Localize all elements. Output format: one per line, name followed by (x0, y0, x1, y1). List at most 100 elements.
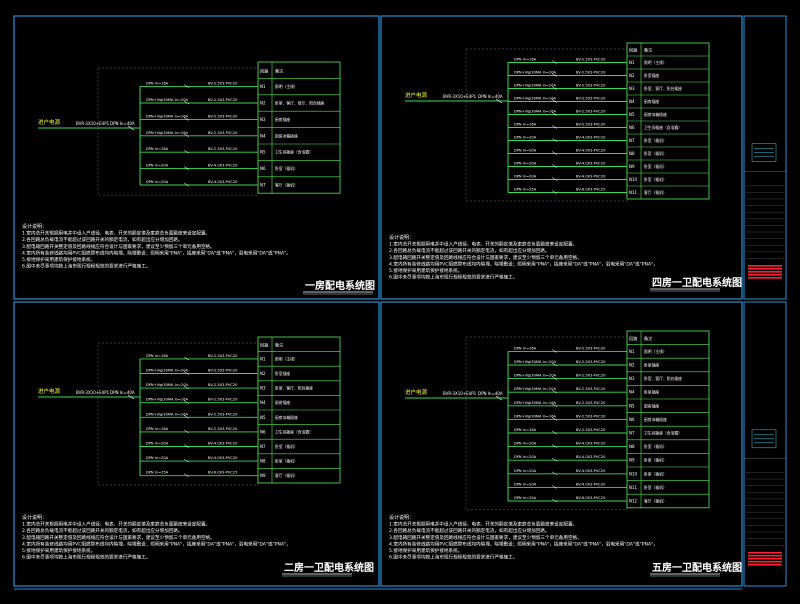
notes-line: 6.图中未尽事项均按上海市现行规程规范的要求进行严格施工。 (389, 274, 517, 281)
breaker-symbol (551, 164, 558, 168)
frame-border-1 (13, 15, 380, 300)
circuit-breaker-label: DPN In=20A (514, 469, 537, 473)
incoming-cable: BVR-3X10+E4P1 (76, 390, 110, 395)
circuit-cable-label: BV-2.5X3-PVC20 (576, 360, 606, 364)
panel-p3: 进户电源 BVR-3X10+E4P1 DPN In=40A 回路 备注 DPN In=16… (22, 336, 374, 577)
panel-title: 一房配电系统图 (305, 279, 375, 292)
circuit-breaker-label: DPN+Vigi30MA In=16A (146, 114, 188, 118)
circuit-cable-label: BV-2.5X3-PVC20 (208, 114, 238, 118)
circuit-cable-label: BV-6.0X3-PVC25 (208, 471, 237, 475)
circuit-desc: 卫生间插座（含浴霸） (275, 429, 313, 434)
circuit-code: N10 (629, 177, 638, 182)
notes-line: 3.配电箱回路开关整定值及回路线规应符合设计与国家要求，建议至少预留三个单元备用… (389, 534, 582, 541)
notes-heading: 设计说明： (389, 234, 414, 241)
title-block-red-bar (748, 277, 782, 279)
circuit-code: N2 (629, 363, 635, 368)
circuit-code: N1 (260, 84, 266, 89)
panel-title: 四房一卫配电系统图 (652, 276, 742, 289)
notes-line: 4.室内所有装修线路均用PVC阻燃管布线均内暗埋，暗埋敷设；照明采用"PNA"，… (389, 260, 658, 267)
circuit-desc: 厨房冰箱插座 (644, 417, 667, 422)
circuit-desc: 卧室（插机） (644, 164, 667, 169)
circuit-code: N4 (629, 390, 635, 395)
circuit-breaker-label: DPN In=25A (514, 496, 537, 500)
main-breaker-label: DPN In=40A (110, 121, 135, 126)
circuit-breaker-label: DPN In=16A (514, 346, 537, 350)
panel-p4: 进户电源 BVR-3X10+E4P1 DPN In=40A 回路 备注 DPN In=16… (389, 330, 742, 577)
incoming-cable: BVR-3X10+E4P1 (443, 391, 477, 396)
circuit-code: N1 (629, 349, 635, 354)
circuit-breaker-label: DPN In=25A (146, 471, 169, 475)
breaker-symbol (551, 457, 558, 462)
notes-line: 2.各回路总负载电流不能超过该回路开关的额定电流，如有超出应分增加回路。 (389, 527, 550, 534)
title-block (743, 15, 787, 300)
breaker-symbol (551, 430, 558, 435)
circuit-code: N2 (629, 73, 635, 78)
circuit-breaker-label: DPN+Vigi30MA In=20A (514, 71, 556, 75)
incoming-cable: BVR-3X10+E4P1 (443, 94, 477, 99)
incoming-label: 进户电源 (38, 118, 61, 126)
title-block-red-bar (748, 560, 782, 563)
circuit-code: N11 (629, 485, 638, 490)
circuit-breaker-label: DPN In=20A (514, 442, 537, 446)
circuit-code: N9 (629, 458, 635, 463)
circuit-desc: 卧室、客厅、阳台插座 (275, 386, 313, 391)
circuit-code: N2 (260, 371, 266, 376)
circuit-code: N6 (260, 429, 266, 434)
circuit-cable-label: BV-2.5X3-PVC20 (576, 387, 606, 391)
circuit-code: N3 (260, 117, 266, 122)
main-breaker-label: DPN In=40A (478, 391, 503, 396)
circuit-cable-label: BV-4.0X3-PVC20 (576, 469, 606, 473)
circuit-breaker-label: DPN In=20A (514, 149, 537, 153)
table-header-code: 回路 (629, 46, 638, 53)
circuit-breaker-label: DPN In=20A (146, 164, 169, 168)
circuit-cable-label: BV-4.0X3-PVC20 (576, 136, 606, 140)
notes-line: 5.接地保护采用建筑保护接地系统。 (22, 256, 95, 263)
circuit-desc: 客厅（插机） (275, 183, 298, 188)
circuit-cable-label: BV-2.5X3-PVC20 (576, 97, 606, 101)
circuit-desc: 卧室（插机） (644, 444, 667, 449)
breaker-symbol (551, 349, 558, 353)
circuit-code: N4 (260, 133, 266, 138)
breaker-symbol (183, 473, 190, 477)
circuit-code: N5 (260, 415, 266, 420)
circuit-code: N8 (629, 444, 635, 449)
circuit-cable-label: BV-4.0X3-PVC20 (208, 164, 238, 168)
notes-line: 1.室内总开关根据用电并中设入户线径、电表、开关的额定值及家庭总负载额度来设定配… (389, 521, 577, 528)
title-block-red-bar (748, 554, 782, 557)
circuit-cable-label: BV-4.0X3-PVC20 (208, 442, 238, 446)
breaker-symbol (183, 166, 190, 170)
breaker-symbol (183, 356, 190, 361)
breaker-symbol (183, 458, 190, 463)
circuit-cable-label: BV-4.0X3-PVC20 (576, 482, 606, 486)
circuit-code: N3 (629, 376, 635, 381)
circuit-code: N6 (629, 125, 635, 130)
circuit-desc: 卧室插座 (275, 371, 290, 376)
circuit-code: N9 (629, 164, 635, 169)
circuit-breaker-label: DPN In=16A (146, 354, 169, 358)
circuit-breaker-label: DPN In=20A (514, 162, 537, 166)
circuit-cable-label: BV-2.5X3-PVC20 (208, 412, 238, 416)
breaker-symbol (183, 182, 190, 187)
circuit-desc: 厨房插座 (275, 400, 290, 405)
circuit-desc: 卧室（插机） (644, 151, 667, 156)
circuit-breaker-label: DPN In=16A (514, 58, 537, 62)
main-breaker-label: DPN In=40A (110, 390, 135, 395)
title-block-red-bar (748, 265, 782, 267)
notes-line: 2.各回路总负载电流不能超过该回路开关的额定电流，如有超出应分增加回路。 (22, 236, 183, 243)
breaker-symbol (551, 471, 558, 476)
circuit-cable-label: BV-2.5X3-PVC20 (576, 374, 606, 378)
title-block (743, 301, 787, 587)
circuit-breaker-label: DPN In=20A (146, 456, 169, 460)
breaker-symbol (183, 149, 190, 154)
circuit-code: N1 (629, 60, 635, 65)
circuit-breaker-label: DPN+Vigi30MA In=20A (146, 383, 188, 387)
circuit-cable-label: BV-2.5X3-PVC20 (208, 398, 238, 402)
incoming-label: 进户电源 (405, 91, 428, 99)
breaker-symbol (183, 84, 190, 88)
incoming-label: 进户电源 (405, 388, 428, 396)
circuit-desc: 照明（主线） (275, 356, 298, 361)
circuit-desc: 厨房冰箱插座 (275, 133, 298, 138)
breaker-symbol (551, 60, 558, 64)
circuit-code: N4 (260, 400, 266, 405)
circuit-cable-label: BV-2.5X3-PVC20 (208, 147, 238, 151)
